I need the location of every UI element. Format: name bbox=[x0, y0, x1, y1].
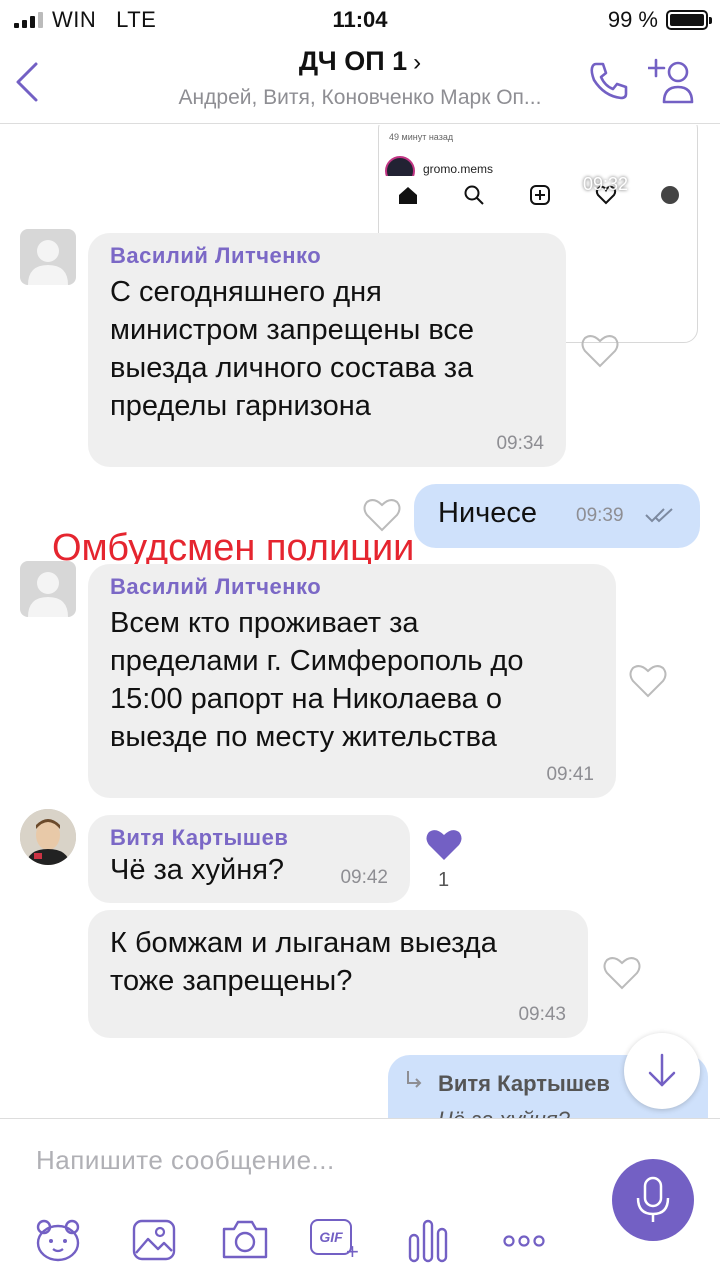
phone-icon[interactable] bbox=[586, 58, 632, 104]
gif-plus: + bbox=[346, 1239, 359, 1264]
avatar[interactable] bbox=[20, 561, 76, 617]
like-heart-icon[interactable] bbox=[580, 333, 620, 369]
message-time: 09:43 bbox=[518, 1004, 566, 1025]
message-line: 15:00 рапорт на Николаева о bbox=[110, 683, 502, 715]
message-line: К бомжам и лыганам выезда bbox=[110, 927, 497, 959]
add-user-icon[interactable] bbox=[648, 56, 694, 106]
sticker-icon[interactable] bbox=[34, 1215, 82, 1265]
battery-percent: 99 % bbox=[607, 7, 658, 32]
message-bubble[interactable]: Василий Литченко Всем кто проживает за п… bbox=[88, 564, 616, 798]
gif-icon[interactable]: GIF + bbox=[310, 1215, 366, 1265]
status-bar: WIN LTE 11:04 99 % bbox=[0, 0, 720, 40]
message-bubble[interactable]: Витя Картышев Чё за хуйня? 09:42 bbox=[88, 815, 410, 903]
instagram-nav-bar bbox=[379, 176, 697, 216]
reply-arrow-icon bbox=[407, 1071, 422, 1088]
message-line: выезде по месту жительства bbox=[110, 721, 497, 753]
read-checkmarks-icon bbox=[645, 508, 673, 523]
message-line: пределы гарнизона bbox=[110, 390, 371, 422]
message-line: выезда личного состава за bbox=[110, 352, 474, 384]
like-heart-icon[interactable] bbox=[628, 663, 668, 699]
voice-message-button[interactable] bbox=[612, 1159, 694, 1241]
add-post-icon bbox=[530, 185, 550, 205]
message-line: Всем кто проживает за bbox=[110, 607, 419, 639]
message-text: Всем кто проживает за пределами г. Симфе… bbox=[110, 604, 523, 756]
gallery-icon[interactable] bbox=[130, 1215, 178, 1265]
message-text: Ничесе bbox=[438, 497, 538, 529]
more-icon[interactable] bbox=[500, 1215, 548, 1265]
message-time: 09:41 bbox=[546, 764, 594, 785]
like-count: 1 bbox=[438, 869, 450, 891]
battery-icon bbox=[666, 10, 712, 30]
avatar[interactable] bbox=[20, 229, 76, 285]
arrow-down-icon bbox=[648, 1053, 676, 1087]
media-ago-label: 49 минут назад bbox=[389, 132, 454, 142]
title-chevron-icon[interactable]: › bbox=[413, 49, 421, 76]
camera-icon[interactable] bbox=[220, 1215, 270, 1265]
reply-quoted-text: Чё за хуйня? bbox=[438, 1107, 570, 1118]
chat-title-text[interactable]: ДЧ ОП 1 bbox=[299, 46, 407, 76]
message-line: министром запрещены все bbox=[110, 314, 475, 346]
message-sender[interactable]: Витя Картышев bbox=[110, 825, 288, 851]
message-line: тоже запрещены? bbox=[110, 965, 353, 997]
outgoing-message-bubble[interactable]: Ничесе 09:39 bbox=[414, 484, 700, 548]
liked-heart-icon[interactable] bbox=[424, 827, 464, 863]
message-line: пределами г. Симферополь до bbox=[110, 645, 524, 677]
message-text: К бомжам и лыганам выезда тоже запрещены… bbox=[110, 924, 497, 1000]
message-bubble[interactable]: Василий Литченко С сегодняшнего дня мини… bbox=[88, 233, 566, 467]
scroll-down-button[interactable] bbox=[624, 1033, 700, 1109]
media-username: gromo.mems bbox=[423, 162, 494, 176]
chat-header: ДЧ ОП 1 › Андрей, Витя, Коновченко Марк О… bbox=[0, 40, 720, 124]
profile-icon bbox=[661, 186, 679, 204]
message-time: 09:42 bbox=[340, 867, 388, 888]
microphone-icon bbox=[636, 1176, 670, 1222]
home-icon bbox=[399, 187, 417, 204]
message-time: 09:39 bbox=[576, 505, 624, 526]
message-text: С сегодняшнего дня министром запрещены в… bbox=[110, 273, 474, 425]
media-time: 09:32 bbox=[583, 174, 629, 194]
message-composer: Напишите сообщение... GIF + bbox=[0, 1118, 720, 1280]
reply-sender: Витя Картышев bbox=[438, 1071, 610, 1096]
message-sender[interactable]: Василий Литченко bbox=[110, 243, 321, 269]
message-sender[interactable]: Василий Литченко bbox=[110, 574, 321, 600]
message-input[interactable]: Напишите сообщение... bbox=[36, 1145, 335, 1176]
message-bubble[interactable]: К бомжам и лыганам выезда тоже запрещены… bbox=[88, 910, 588, 1038]
avatar[interactable] bbox=[20, 809, 76, 865]
message-line: С сегодняшнего дня bbox=[110, 276, 382, 308]
message-text: Чё за хуйня? bbox=[110, 854, 285, 886]
poll-icon[interactable] bbox=[406, 1215, 450, 1265]
message-time: 09:34 bbox=[496, 433, 544, 454]
chat-participants[interactable]: Андрей, Витя, Коновченко Марк Оп... bbox=[120, 86, 600, 110]
chat-area[interactable]: 49 минут назад gromo.mems 09:32 Василий … bbox=[0, 125, 720, 1118]
search-icon bbox=[464, 185, 484, 205]
like-heart-icon[interactable] bbox=[602, 955, 642, 991]
